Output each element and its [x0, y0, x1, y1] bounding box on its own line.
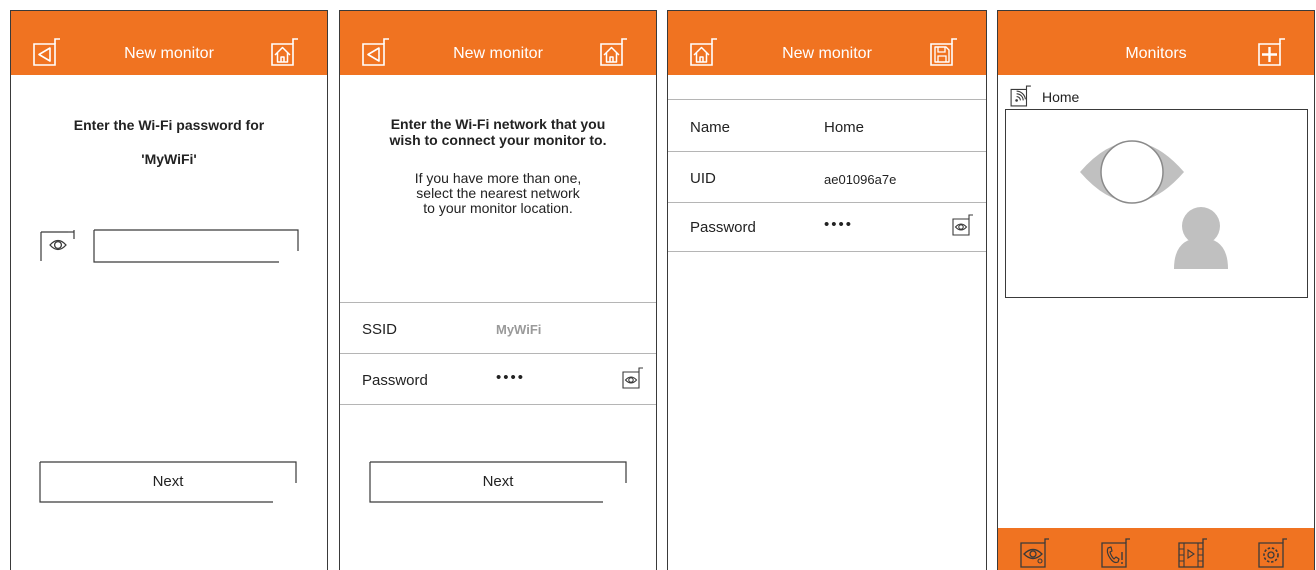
uid-value[interactable]: ae01096a7e	[824, 172, 896, 187]
monitor-placeholder-icon	[1080, 140, 1228, 269]
settings-icon[interactable]	[1258, 538, 1288, 568]
wifi-password-screen: New monitor Enter the Wi-Fi password for…	[10, 10, 328, 570]
top-bar: New monitor	[340, 11, 656, 75]
show-password-toggle[interactable]	[40, 229, 78, 262]
divider	[340, 302, 656, 303]
add-icon[interactable]	[1258, 38, 1286, 66]
monitors-list-screen: Monitors Home	[997, 10, 1315, 570]
top-bar: New monitor	[11, 11, 327, 75]
monitor-name[interactable]: Home	[1042, 89, 1079, 105]
divider	[668, 251, 986, 252]
name-label: Name	[690, 119, 731, 136]
next-button[interactable]: Next	[39, 461, 297, 503]
password-value[interactable]: ••••	[824, 216, 853, 233]
wifi-signal-icon	[1010, 85, 1031, 107]
eye-icon[interactable]	[952, 214, 974, 236]
uid-label: UID	[690, 170, 716, 187]
save-icon[interactable]	[930, 38, 958, 66]
prompt-text-line2: wish to connect your monitor to.	[389, 132, 607, 148]
home-icon[interactable]	[600, 38, 628, 66]
eye-icon	[49, 239, 67, 251]
home-icon[interactable]	[271, 38, 299, 66]
divider	[668, 151, 986, 152]
home-icon[interactable]	[690, 38, 718, 66]
monitor-details-screen: New monitor Name Home UID ae01096a7e Pas…	[667, 10, 987, 570]
back-arrow-icon[interactable]	[33, 38, 61, 66]
divider	[340, 353, 656, 354]
next-button-label: Next	[482, 473, 514, 490]
name-value[interactable]: Home	[824, 119, 864, 136]
network-name: 'MyWiFi'	[141, 151, 197, 167]
password-value[interactable]: ••••	[496, 369, 525, 386]
divider	[340, 404, 656, 405]
password-input[interactable]	[93, 229, 299, 263]
top-bar: Monitors	[998, 11, 1314, 75]
next-button[interactable]: Next	[369, 461, 627, 503]
next-button-label: Next	[152, 473, 184, 490]
back-arrow-icon[interactable]	[362, 38, 390, 66]
hint-line3: to your monitor location.	[423, 200, 573, 216]
prompt-text-line1: Enter the Wi-Fi network that you	[390, 116, 606, 132]
hint-line2: select the nearest network	[416, 185, 580, 201]
recordings-icon[interactable]	[1178, 538, 1208, 568]
wifi-network-screen: New monitor Enter the Wi-Fi network that…	[339, 10, 657, 570]
call-log-icon[interactable]	[1101, 538, 1131, 568]
eye-icon[interactable]	[622, 367, 644, 389]
bottom-nav	[998, 528, 1314, 570]
top-bar: New monitor	[668, 11, 986, 75]
monitor-view-icon[interactable]	[1020, 538, 1050, 568]
divider	[668, 202, 986, 203]
ssid-value[interactable]: MyWiFi	[496, 322, 541, 337]
monitor-thumbnail[interactable]	[1005, 109, 1308, 298]
password-label: Password	[690, 219, 756, 236]
divider	[668, 99, 986, 100]
ssid-label: SSID	[362, 321, 398, 338]
prompt-text: Enter the Wi-Fi password for	[73, 117, 265, 133]
hint-line1: If you have more than one,	[414, 170, 582, 186]
password-label: Password	[362, 372, 428, 389]
